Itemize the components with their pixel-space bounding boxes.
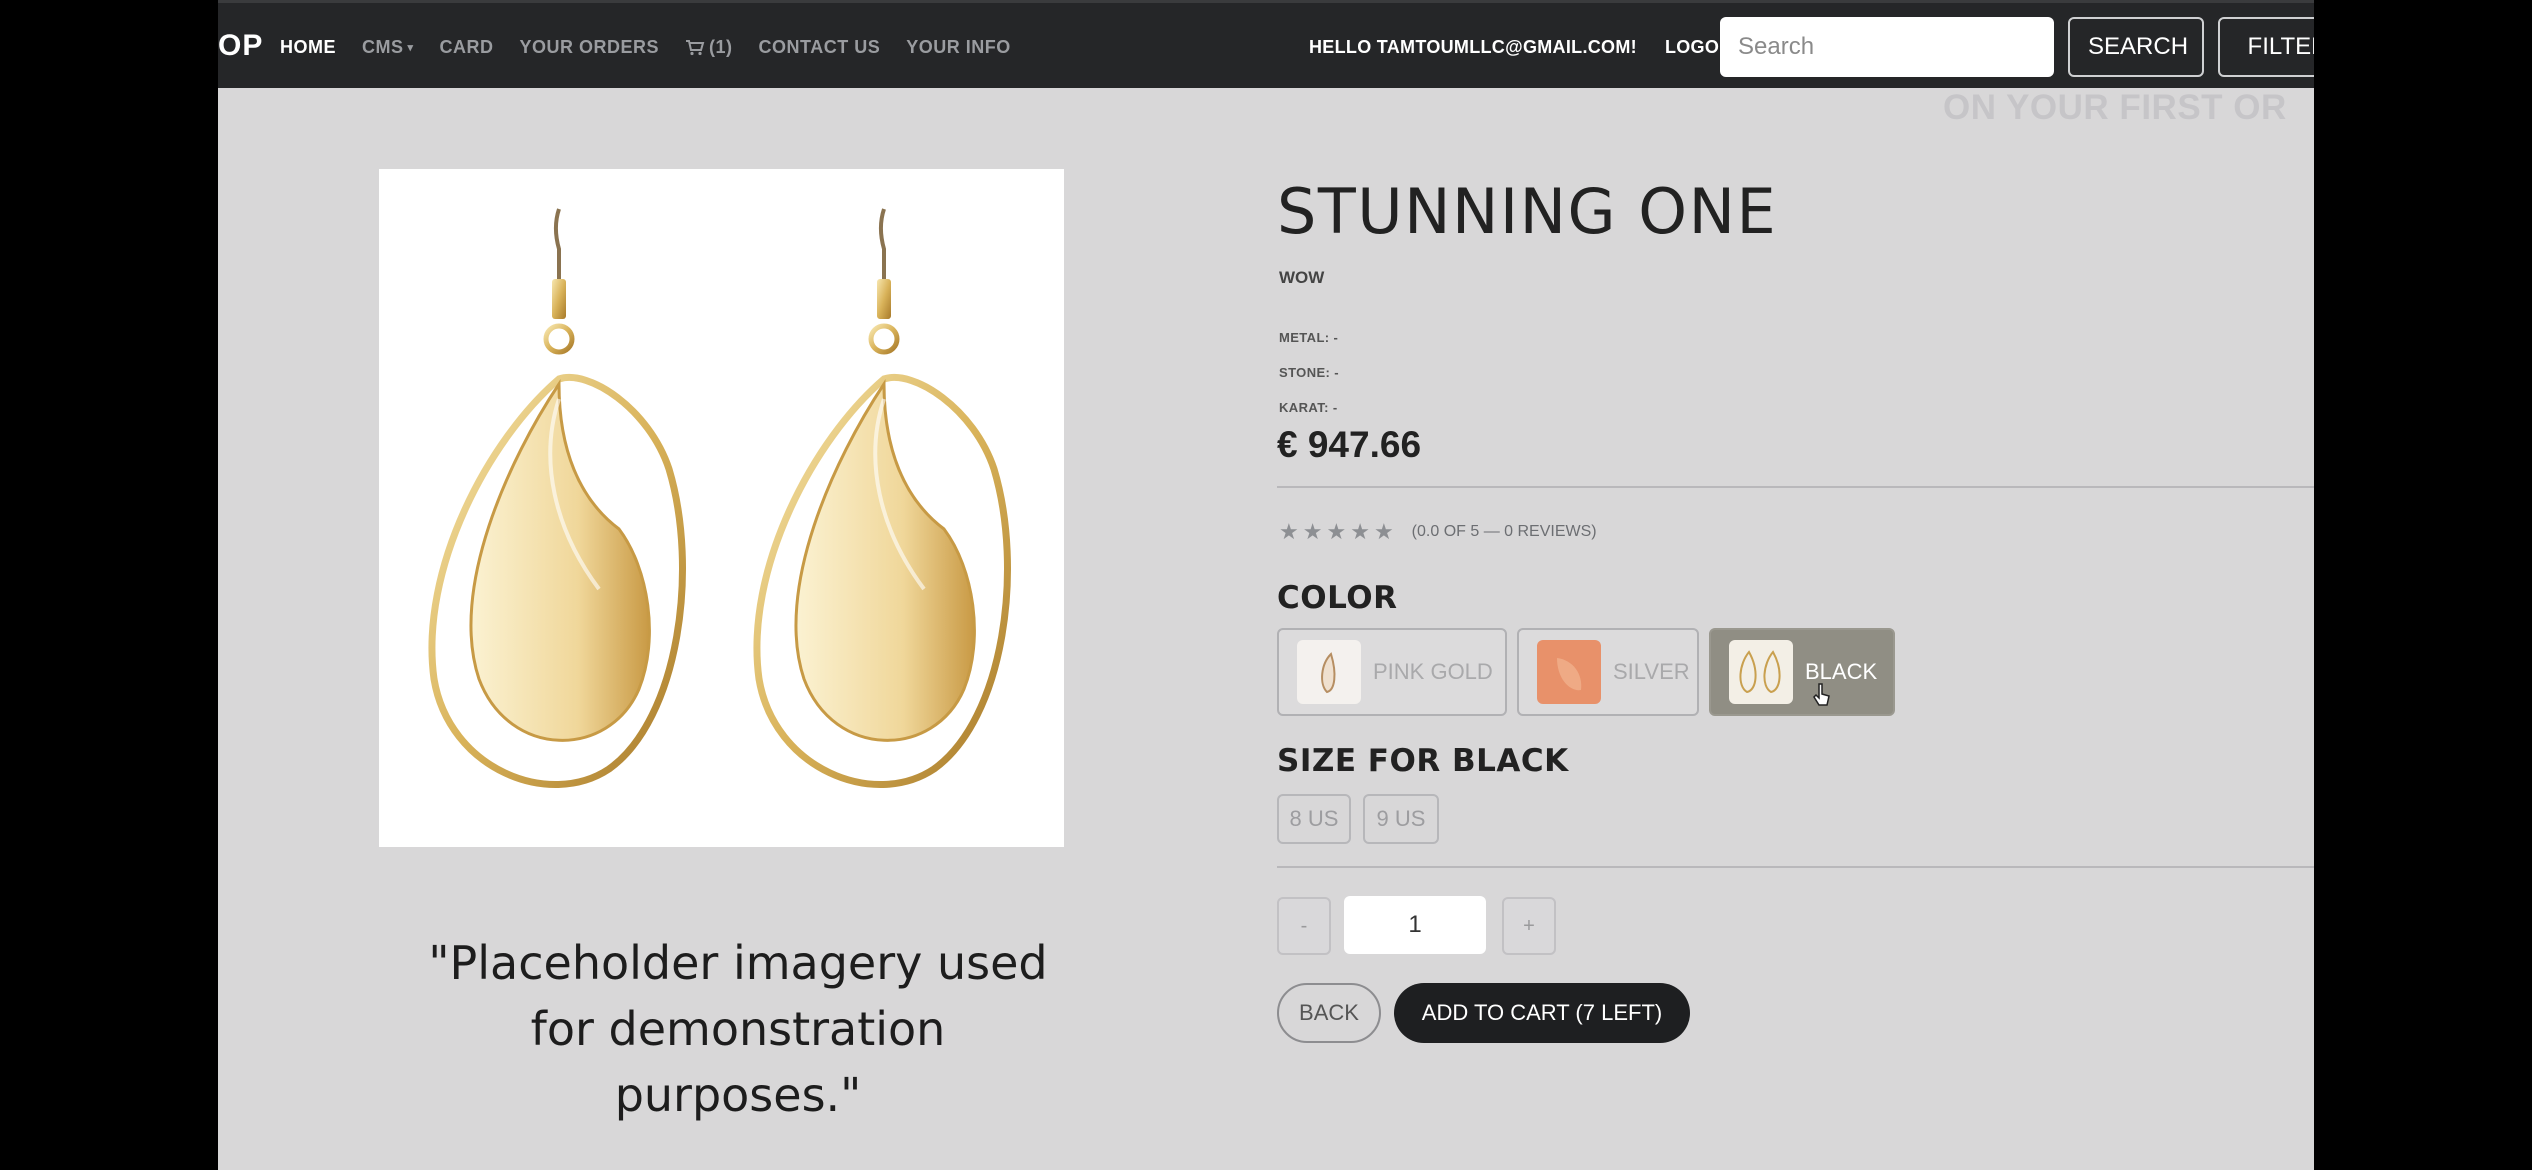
search-button[interactable]: SEARCH <box>2068 17 2204 77</box>
star-icon: ★ <box>1350 519 1370 544</box>
chevron-down-icon: ▾ <box>407 42 414 54</box>
spec-karat: KARAT: - <box>1279 400 1338 415</box>
star-icon: ★ <box>1279 519 1299 544</box>
nav-card-link[interactable]: CARD <box>440 37 494 58</box>
star-icon: ★ <box>1373 519 1394 544</box>
placeholder-caption: "Placeholder imagery used for demonstrat… <box>428 936 1048 1122</box>
nav-info-link[interactable]: YOUR INFO <box>906 37 1011 58</box>
rating-summary[interactable]: (0.0 OF 5 — 0 REVIEWS) <box>1412 523 1597 541</box>
nav-cms-dropdown[interactable]: CMS ▾ <box>362 37 414 58</box>
nav-cms-label: CMS <box>362 37 404 57</box>
nav-orders-link[interactable]: YOUR ORDERS <box>520 37 660 58</box>
filter-button[interactable]: FILTER <box>2218 17 2314 77</box>
divider <box>1277 866 2314 868</box>
black-swatch <box>1729 640 1793 704</box>
earrings-image <box>428 208 1011 788</box>
product-title: STUNNING ONE <box>1277 175 1778 248</box>
color-heading: COLOR <box>1277 580 1398 616</box>
size-option-9[interactable]: 9 US <box>1363 794 1439 844</box>
star-rating: ★ ★ ★ ★ ★ <box>1279 521 1394 543</box>
product-subtitle: WOW <box>1279 268 1325 287</box>
brand-logo[interactable]: OP <box>218 29 263 63</box>
nav-links: HOME CMS ▾ CARD YOUR ORDERS (1) CONTACT … <box>280 37 1011 58</box>
promo-banner-text: ON YOUR FIRST OR <box>1943 88 2287 127</box>
pink-gold-swatch <box>1297 640 1361 704</box>
cart-count: (1) <box>709 37 733 57</box>
user-greeting: HELLO TAMTOUMLLC@GMAIL.COM! <box>1309 37 1637 57</box>
product-price: € 947.66 <box>1277 424 1422 465</box>
rating-row: ★ ★ ★ ★ ★ (0.0 OF 5 — 0 REVIEWS) <box>1279 521 1597 543</box>
browser-viewport: OP HOME CMS ▾ CARD YOUR ORDERS (1) CONTA… <box>218 0 2314 1170</box>
back-button[interactable]: BACK <box>1277 983 1381 1043</box>
silver-swatch <box>1537 640 1601 704</box>
color-option-black[interactable]: BLACK <box>1709 628 1895 716</box>
mouse-pointer-icon <box>1813 683 1830 706</box>
nav-cart-link[interactable]: (1) <box>685 37 733 58</box>
nav-home-link[interactable]: HOME <box>280 37 336 58</box>
cart-icon <box>686 40 705 56</box>
color-label-pink-gold: PINK GOLD <box>1373 659 1493 684</box>
size-option-8[interactable]: 8 US <box>1277 794 1351 844</box>
star-icon: ★ <box>1302 519 1323 544</box>
star-icon: ★ <box>1326 519 1347 544</box>
nav-contact-link[interactable]: CONTACT US <box>759 37 881 58</box>
color-option-pink-gold[interactable]: PINK GOLD <box>1277 628 1507 716</box>
spec-stone: STONE: - <box>1279 365 1340 380</box>
size-heading: SIZE FOR BLACK <box>1277 743 1569 779</box>
quantity-input[interactable] <box>1344 896 1486 954</box>
nav-user-area: HELLO TAMTOUMLLC@GMAIL.COM! LOGOUT <box>1309 37 1744 58</box>
add-to-cart-button[interactable]: ADD TO CART (7 LEFT) <box>1394 983 1690 1043</box>
top-navbar: OP HOME CMS ▾ CARD YOUR ORDERS (1) CONTA… <box>218 0 2314 88</box>
search-input[interactable] <box>1720 17 2054 77</box>
color-label-silver: SILVER <box>1613 659 1690 684</box>
quantity-decrease-button[interactable]: - <box>1277 897 1331 955</box>
color-option-silver[interactable]: SILVER <box>1517 628 1699 716</box>
product-image <box>379 169 1064 847</box>
quantity-increase-button[interactable]: + <box>1502 897 1556 955</box>
spec-metal: METAL: - <box>1279 330 1339 345</box>
divider <box>1277 486 2314 488</box>
